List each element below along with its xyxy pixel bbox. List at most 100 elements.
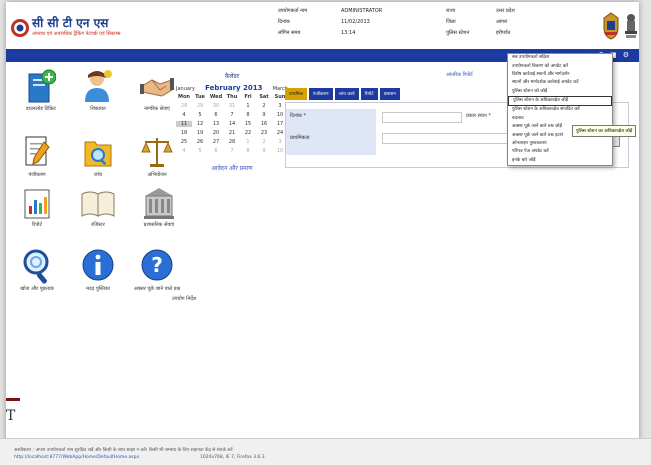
calendar-day[interactable]: 28: [176, 103, 192, 109]
tile-reports[interactable]: रिपोर्ट: [10, 188, 64, 228]
tab-primary[interactable]: प्राथमिक: [285, 88, 307, 100]
tile-register[interactable]: रजिस्टर: [71, 188, 125, 228]
calendar: कैलेंडर January February 2013 March Mon T…: [176, 72, 288, 172]
folder-search-icon: [84, 141, 112, 167]
menu-tooltip: पुलिस स्टेशन का अधिकारक्षेत्र जोड़ें: [572, 125, 637, 137]
dropdown-menu-item[interactable]: पुलिस स्टेशन के अधिकारक्षेत्र संपादित कर…: [508, 106, 612, 114]
calendar-day[interactable]: 4: [176, 148, 192, 154]
calendar-day[interactable]: 30: [208, 103, 224, 109]
tab-registration[interactable]: पंजीकरण: [308, 88, 333, 100]
dropdown-menu-item[interactable]: सब उपयोगकर्ता सक्रिय: [508, 54, 612, 62]
dropdown-menu-item[interactable]: परिपत्र पेज अपडेट करें: [508, 148, 612, 156]
report-chart-icon: [24, 189, 50, 219]
calendar-day[interactable]: 23: [256, 130, 272, 136]
tile-admin-services[interactable]: प्रशासनिक सेवाएं: [132, 186, 186, 228]
calendar-day[interactable]: 1: [240, 103, 256, 109]
dropdown-menu-item[interactable]: पुलिस स्टेशन के अधिकारक्षेत्र जोड़ें: [508, 95, 612, 107]
building-icon: [144, 188, 174, 219]
info-value-state: उत्तर प्रदेश: [496, 8, 515, 14]
brand-subtitle: अपराध एवं अपराधिक ट्रैकिंग नेटवर्क एवं स…: [32, 31, 121, 37]
calendar-weekday: Mon: [178, 94, 190, 100]
dropdown-menu-item[interactable]: बदलाव: [508, 115, 612, 123]
calendar-day[interactable]: 26: [192, 139, 208, 145]
tab-admin[interactable]: प्रशासन: [379, 88, 400, 100]
status-url[interactable]: http://localhost:8777/WebApp/Home/Defaul…: [14, 455, 139, 460]
police-emblem-icon: [603, 12, 619, 40]
info-value-station: हरीपर्वत: [496, 30, 511, 36]
cctns-logo-icon: [11, 19, 29, 37]
dropdown-menu-item[interactable]: विशेष कार्रवाई स्थानों और मार्गदर्शन: [508, 71, 612, 79]
calendar-day[interactable]: 8: [240, 148, 256, 154]
open-book-icon: [81, 191, 115, 217]
tile-complaint[interactable]: शिकायत: [71, 68, 125, 112]
tab-report[interactable]: रिपोर्ट: [360, 88, 378, 100]
calendar-day[interactable]: 9: [256, 148, 272, 154]
tile-label: अक्सर पूछे जाने वाले प्रश्न: [133, 286, 181, 292]
calendar-day[interactable]: 22: [240, 130, 256, 136]
tile-label: रिपोर्ट: [32, 222, 42, 228]
calendar-day[interactable]: 31: [224, 103, 240, 109]
calendar-day[interactable]: 9: [256, 112, 272, 118]
calendar-day[interactable]: 13: [208, 121, 224, 127]
calendar-day[interactable]: 29: [192, 103, 208, 109]
calendar-day[interactable]: 8: [240, 112, 256, 118]
calendar-weekday: Thu: [226, 94, 238, 100]
tile-download-ticket[interactable]: डाउनलोड टिकिट: [14, 68, 68, 112]
info-label-district: जिला: [446, 19, 456, 25]
field-priority-label: प्राथमिकता: [290, 135, 310, 141]
national-emblem-icon: [625, 14, 637, 38]
question-icon: ?: [141, 249, 173, 281]
calendar-day[interactable]: 14: [224, 121, 240, 127]
tile-registration[interactable]: पंजीकरण: [10, 134, 64, 178]
calendar-day[interactable]: 16: [256, 121, 272, 127]
calendar-footer-link[interactable]: आवेदन और प्रमाण: [176, 164, 288, 172]
field-date-input[interactable]: [382, 112, 462, 123]
calendar-prev-month[interactable]: January: [176, 86, 195, 92]
calendar-weekday: Fri: [244, 94, 252, 100]
calendar-day[interactable]: 2: [256, 103, 272, 109]
tile-label: डाउनलोड टिकिट: [26, 106, 56, 112]
calendar-day[interactable]: 5: [192, 112, 208, 118]
dropdown-menu-item[interactable]: इनके बारे जोड़ें: [508, 157, 612, 165]
tile-investigation[interactable]: जांच: [71, 134, 125, 178]
calendar-day[interactable]: 11: [176, 121, 192, 127]
calendar-day[interactable]: 20: [208, 130, 224, 136]
info-value-time: 13:14: [341, 30, 356, 36]
info-label-user: उपयोगकर्ता नाम: [278, 8, 308, 14]
tile-label: अभियोजन: [147, 172, 167, 178]
calendar-day[interactable]: 27: [208, 139, 224, 145]
calendar-day[interactable]: 1: [240, 139, 256, 145]
usage-guide-link[interactable]: उपयोग निर्देश: [172, 296, 196, 302]
dropdown-menu-item[interactable]: उपयोगकर्ता विवरण को अपडेट करें: [508, 62, 612, 70]
field-date-label: दिनांक *: [290, 113, 306, 119]
info-value-district: आगरा: [496, 19, 508, 25]
calendar-day[interactable]: 6: [208, 148, 224, 154]
calendar-day[interactable]: 18: [176, 130, 192, 136]
dropdown-menu-item[interactable]: स्थानों और मार्गदर्शक कार्रवाई अपडेट करे…: [508, 79, 612, 87]
calendar-day[interactable]: 12: [192, 121, 208, 127]
tile-label: मदद पुस्तिका: [86, 286, 110, 292]
calendar-day[interactable]: 7: [224, 148, 240, 154]
calendar-day[interactable]: 5: [192, 148, 208, 154]
calendar-day[interactable]: 7: [224, 112, 240, 118]
calendar-day[interactable]: 28: [224, 139, 240, 145]
calendar-day[interactable]: 21: [224, 130, 240, 136]
calendar-day[interactable]: 25: [176, 139, 192, 145]
dropdown-menu-item[interactable]: पुलिस स्टेशन को जोड़ें: [508, 88, 612, 96]
admin-dropdown-menu: सब उपयोगकर्ता सक्रिय उपयोगकर्ता विवरण को …: [507, 53, 613, 166]
calendar-nav: January February 2013 March: [176, 84, 288, 92]
calendar-day[interactable]: 19: [192, 130, 208, 136]
tile-label: पंजीकरण: [28, 172, 46, 178]
dropdown-menu-item[interactable]: ऑनलाइन पुस्तकालय: [508, 140, 612, 148]
app-window: सी सी टी एन एस अपराध एवं अपराधिक ट्रैकिं…: [6, 2, 639, 448]
field-type-label: प्रकार स्थान *: [466, 113, 491, 119]
calendar-day[interactable]: 15: [240, 121, 256, 127]
calendar-day[interactable]: 2: [256, 139, 272, 145]
calendar-day[interactable]: 4: [176, 112, 192, 118]
info-label-state: राज्य: [446, 8, 456, 14]
tile-search-query[interactable]: खोज और पूछताछ: [10, 248, 64, 292]
tab-investigation[interactable]: जांच कार्य: [334, 88, 359, 100]
tile-faq[interactable]: ? अक्सर पूछे जाने वाले प्रश्न: [130, 248, 184, 292]
tile-help-book[interactable]: मदद पुस्तिका: [71, 248, 125, 292]
calendar-day[interactable]: 6: [208, 112, 224, 118]
